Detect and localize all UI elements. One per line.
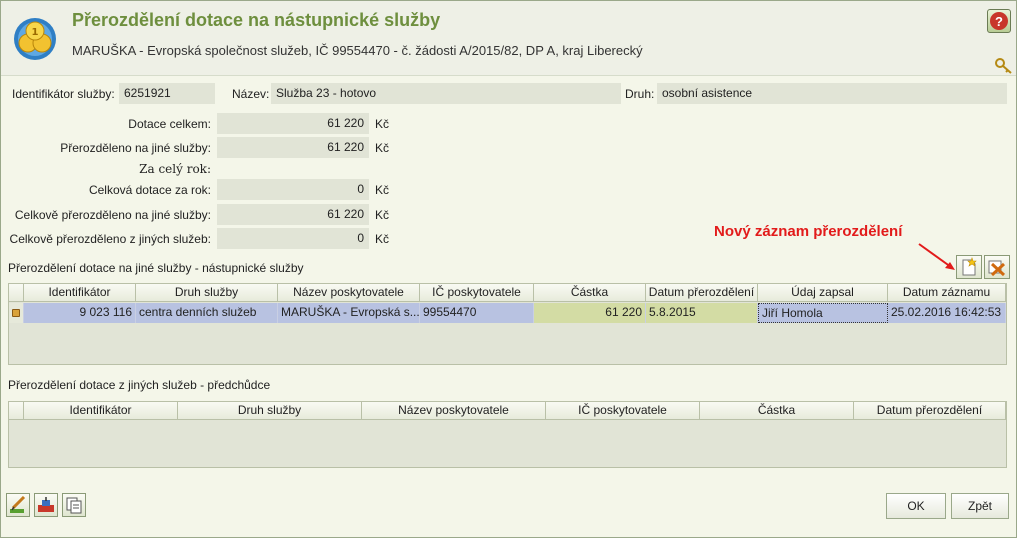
redistributed-unit: Kč — [375, 141, 390, 155]
back-button[interactable]: Zpět — [951, 493, 1009, 519]
edit-icon — [10, 496, 26, 513]
year-redistributed-from-field: 0 — [217, 228, 369, 249]
svg-text:1: 1 — [32, 27, 39, 38]
new-record-annotation: Nový záznam přerozdělení — [714, 223, 903, 240]
dialog-header: 1 Přerozdělení dotace na nástupnické slu… — [1, 1, 1016, 76]
year-total-field: 0 — [217, 179, 369, 200]
cell-service-kind[interactable]: centra denních služeb — [136, 303, 278, 323]
key-icon[interactable] — [995, 58, 1013, 74]
transfer-button[interactable] — [34, 493, 58, 517]
cell-author[interactable]: Jiří Homola — [758, 303, 888, 323]
help-icon: ? — [990, 12, 1008, 30]
service-kind-field: osobní asistence — [657, 83, 1007, 104]
new-record-button[interactable] — [956, 255, 982, 279]
predecessors-grid-header: Identifikátor Druh služby Název poskytov… — [9, 402, 1006, 420]
successors-grid: Identifikátor Druh služby Název poskytov… — [8, 283, 1007, 365]
dialog-window: 1 Přerozdělení dotace na nástupnické slu… — [0, 0, 1017, 538]
cell-ico[interactable]: 99554470 — [420, 303, 534, 323]
year-total-label: Celková dotace za rok: — [88, 183, 211, 197]
total-field: 61 220 — [217, 113, 369, 134]
year-redistributed-to-unit: Kč — [375, 208, 390, 222]
ok-button[interactable]: OK — [886, 493, 946, 519]
cell-amount[interactable]: 61 220 — [534, 303, 646, 323]
grid-header-indicator — [9, 402, 24, 420]
column-header[interactable]: Částka — [534, 284, 646, 302]
year-redistributed-to-field: 61 220 — [217, 204, 369, 225]
year-redistributed-to-label: Celkově přerozděleno na jiné služby: — [14, 208, 211, 222]
copy-icon — [66, 497, 82, 514]
column-header[interactable]: Druh služby — [136, 284, 278, 302]
table-row[interactable]: 9 023 116 centra denních služeb MARUŠKA … — [9, 303, 1006, 323]
column-header[interactable]: Údaj zapsal — [758, 284, 888, 302]
successors-grid-header: Identifikátor Druh služby Název poskytov… — [9, 284, 1006, 302]
year-redistributed-from-label: Celkově přerozděleno z jiných služeb: — [9, 232, 211, 246]
service-id-field: 6251921 — [119, 83, 215, 104]
year-redistributed-from-unit: Kč — [375, 232, 390, 246]
column-header[interactable]: IČ poskytovatele — [546, 402, 700, 420]
predecessors-title: Přerozdělení dotace z jiných služeb - př… — [8, 378, 271, 392]
column-header[interactable]: Název poskytovatele — [278, 284, 420, 302]
year-total-unit: Kč — [375, 183, 390, 197]
column-header[interactable]: Identifikátor — [24, 402, 178, 420]
service-kind-label: Druh: — [625, 87, 655, 101]
column-header[interactable]: Datum záznamu — [888, 284, 1006, 302]
successors-title: Přerozdělení dotace na jiné služby - nás… — [8, 261, 304, 275]
cell-identifier[interactable]: 9 023 116 — [24, 303, 136, 323]
redistributed-label: Přerozděleno na jiné služby: — [60, 141, 211, 155]
service-name-label: Název: — [232, 87, 270, 101]
column-header[interactable]: Druh služby — [178, 402, 362, 420]
column-header[interactable]: Částka — [700, 402, 854, 420]
grid-header-indicator — [9, 284, 24, 302]
redistributed-field: 61 220 — [217, 137, 369, 158]
service-name-field: Služba 23 - hotovo — [271, 83, 621, 104]
new-record-icon — [962, 257, 977, 276]
column-header[interactable]: Název poskytovatele — [362, 402, 546, 420]
help-button[interactable]: ? — [987, 9, 1011, 33]
row-indicator-icon — [9, 303, 24, 323]
column-header[interactable]: Datum přerozdělení — [646, 284, 758, 302]
year-heading: Za celý rok: — [139, 162, 211, 176]
column-header[interactable]: IČ poskytovatele — [420, 284, 534, 302]
copy-button[interactable] — [62, 493, 86, 517]
delete-record-icon — [988, 260, 1006, 277]
cell-date[interactable]: 5.8.2015 — [646, 303, 758, 323]
service-id-label: Identifikátor služby: — [12, 87, 115, 101]
coins-icon: 1 — [14, 18, 56, 60]
total-label: Dotace celkem: — [128, 117, 211, 131]
cell-provider[interactable]: MARUŠKA - Evropská s... — [278, 303, 420, 323]
cell-record-date[interactable]: 25.02.2016 16:42:53 — [888, 303, 1006, 323]
dialog-subtitle: MARUŠKA - Evropská společnost služeb, IČ… — [72, 43, 643, 58]
column-header[interactable]: Identifikátor — [24, 284, 136, 302]
annotation-arrow-icon — [918, 243, 955, 270]
delete-record-button[interactable] — [984, 255, 1010, 279]
column-header[interactable]: Datum přerozdělení — [854, 402, 1006, 420]
predecessors-grid: Identifikátor Druh služby Název poskytov… — [8, 401, 1007, 468]
edit-button[interactable] — [6, 493, 30, 517]
total-unit: Kč — [375, 117, 390, 131]
transfer-icon — [38, 497, 54, 512]
dialog-title: Přerozdělení dotace na nástupnické služb… — [72, 10, 441, 30]
